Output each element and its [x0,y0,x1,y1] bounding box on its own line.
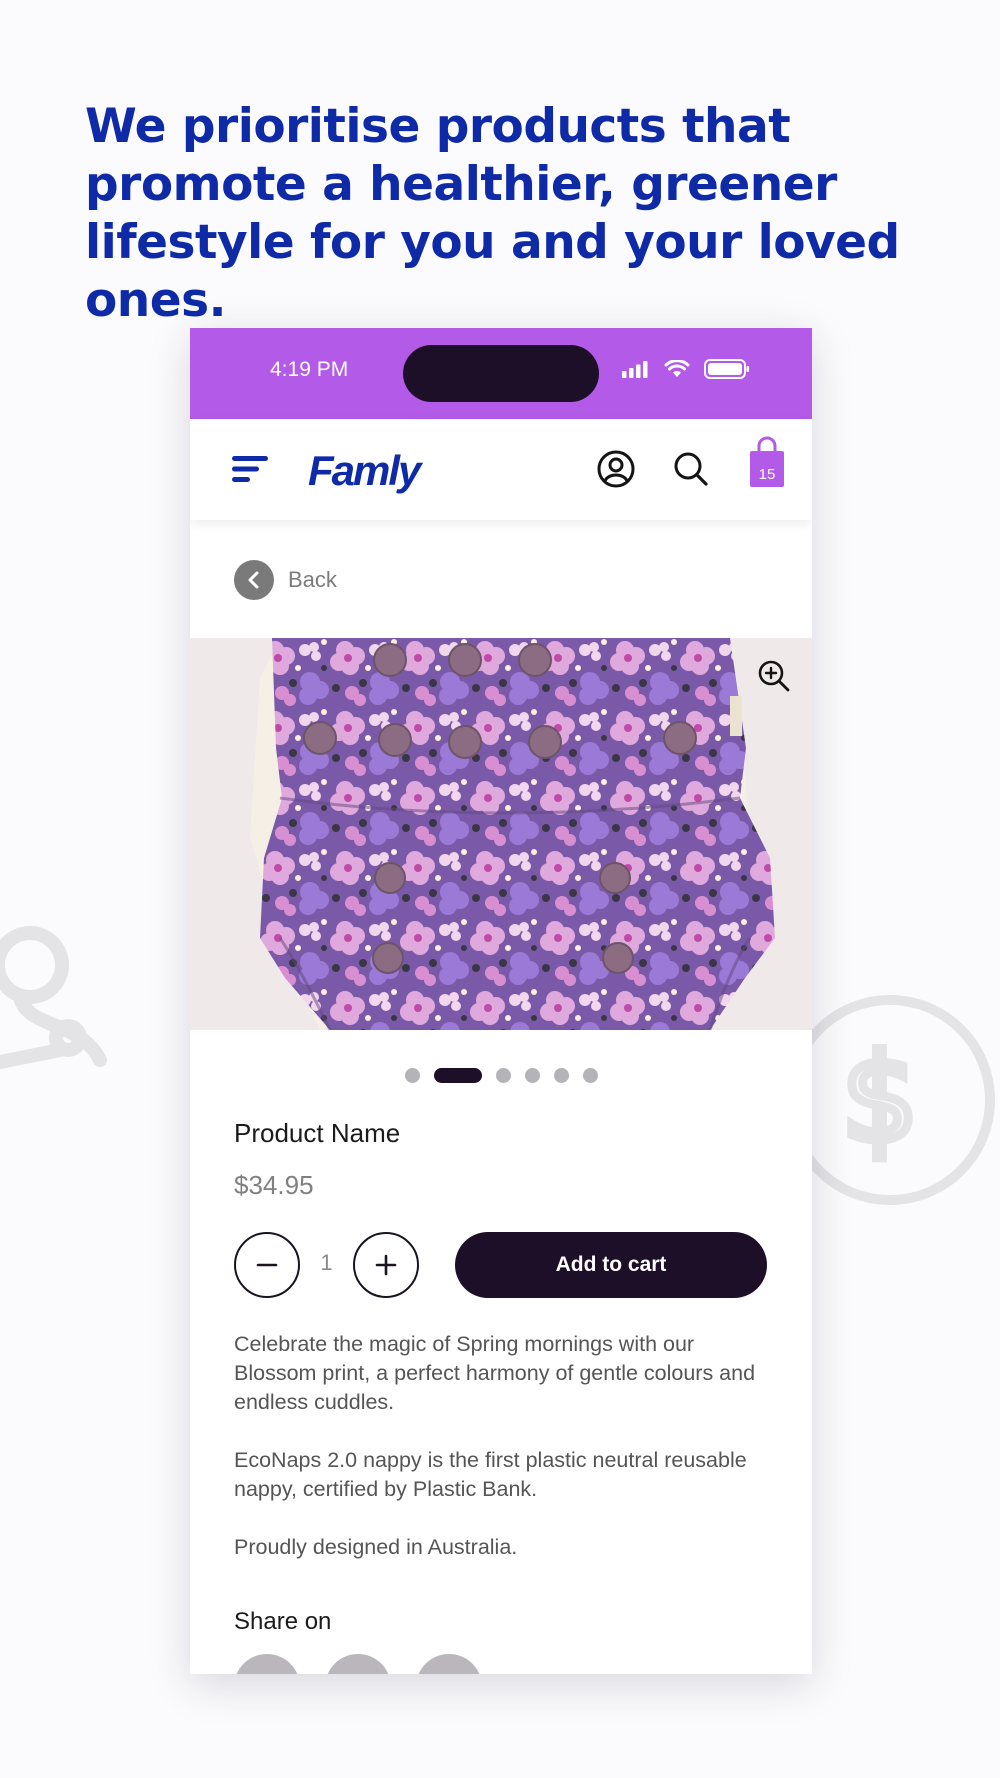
status-time: 4:19 PM [270,358,349,381]
search-icon[interactable] [672,450,710,488]
account-icon[interactable] [596,449,636,489]
description-paragraph: Proudly designed in Australia. [234,1535,518,1559]
rattle-decoration-icon [0,926,107,1070]
phone-frame: 4:19 PM Famly 15 Back Product Name $34.9… [190,328,812,1674]
page: We prioritise products that promote a he… [0,0,1000,1778]
zoom-in-icon[interactable] [756,658,792,694]
signal-icon [622,361,648,378]
app-header: Famly 15 [190,419,812,520]
battery-icon [704,359,749,379]
plus-icon [375,1254,397,1276]
pagination-dot[interactable] [524,1068,540,1083]
pagination-dot[interactable] [404,1068,420,1083]
pagination-dot[interactable] [495,1068,511,1083]
minus-icon [256,1263,278,1267]
quantity-decrease-button[interactable] [234,1232,300,1298]
headline: We prioritise products that promote a he… [85,99,900,328]
dynamic-island [403,345,599,402]
share-pinterest-button[interactable] [416,1654,482,1674]
share-x-button[interactable] [325,1654,391,1674]
back-circle [234,560,274,600]
pagination-dot-active[interactable] [433,1068,482,1083]
pagination-dot[interactable] [582,1068,598,1083]
gallery-pagination [190,1068,812,1083]
product-photo [190,638,812,1030]
svg-text:$: $ [842,1030,918,1169]
share-facebook-button[interactable] [234,1654,300,1674]
quantity-value[interactable]: 1 [300,1250,353,1276]
status-icons [622,359,750,379]
product-name: Product Name [234,1118,401,1148]
quantity-increase-button[interactable] [353,1232,419,1298]
product-image[interactable] [190,638,812,1030]
back-button[interactable]: Back [234,560,337,600]
wifi-icon [664,360,690,377]
back-label: Back [288,567,337,592]
pagination-dot[interactable] [553,1068,569,1083]
product-price: $34.95 [234,1170,314,1200]
menu-icon[interactable] [232,453,268,485]
add-to-cart-button[interactable]: Add to cart [455,1232,767,1298]
dollar-coin-decoration-icon: $ [800,995,995,1205]
description-paragraph: Celebrate the magic of Spring mornings w… [234,1332,756,1414]
description-paragraph: EcoNaps 2.0 nappy is the first plastic n… [234,1448,747,1501]
cart-count-badge: 15 [758,466,776,483]
share-title: Share on [234,1608,332,1635]
chevron-left-icon [248,571,259,589]
shopping-bag-icon[interactable] [748,436,786,492]
status-bar: 4:19 PM [190,328,812,419]
brand-logo[interactable]: Famly [308,447,421,495]
